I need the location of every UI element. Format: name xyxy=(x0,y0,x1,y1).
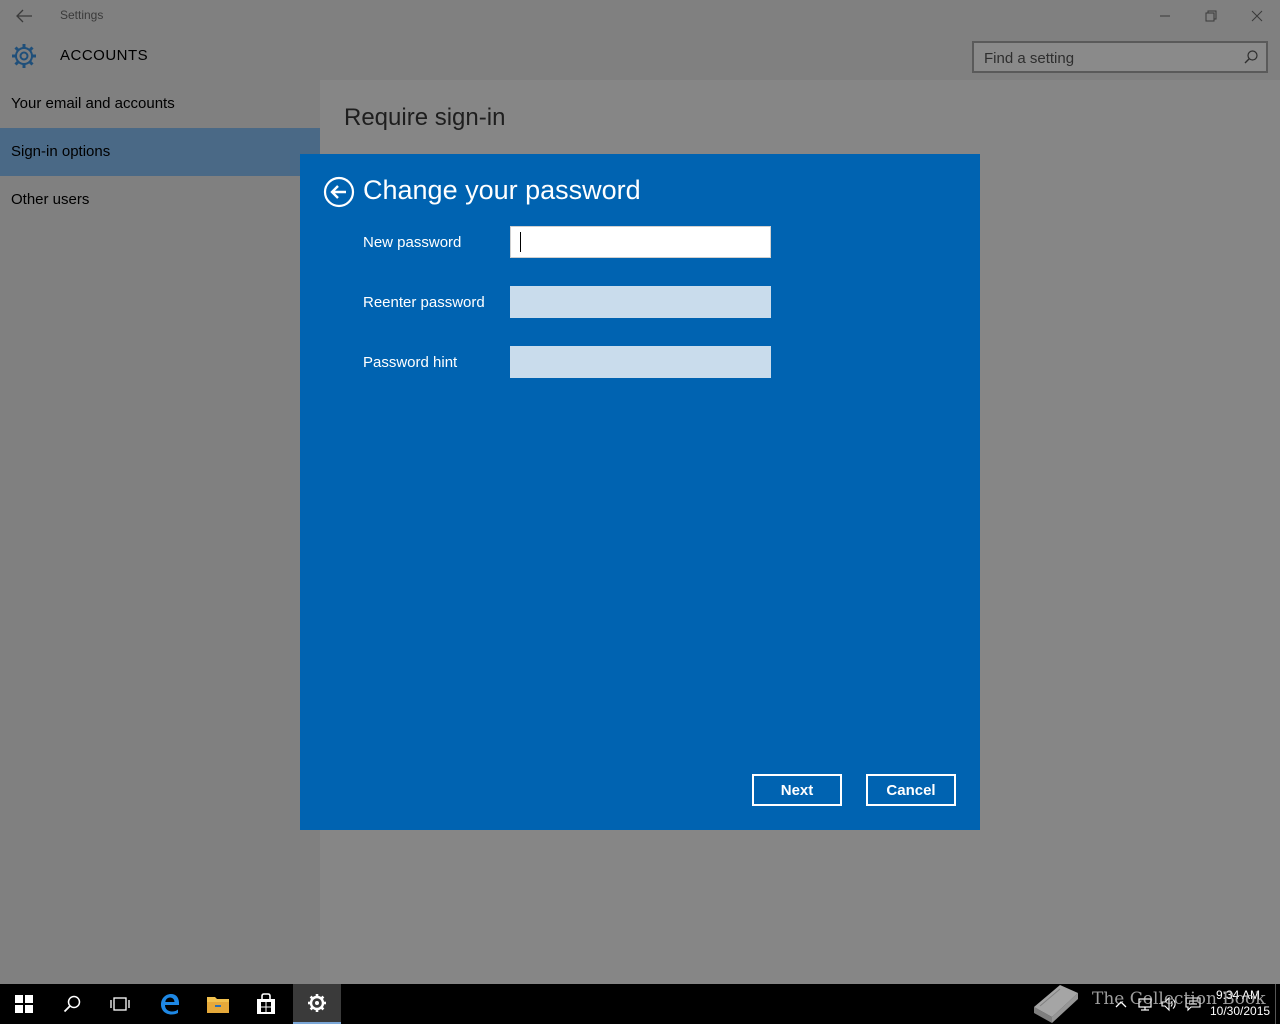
task-view-button[interactable] xyxy=(96,984,144,1024)
show-desktop-button[interactable] xyxy=(1275,984,1276,1024)
sidebar-item-other-users[interactable]: Other users xyxy=(0,176,320,224)
minimize-button[interactable] xyxy=(1142,0,1188,32)
sidebar-nav: Your email and accounts Sign-in options … xyxy=(0,80,320,984)
minimize-icon xyxy=(1160,15,1170,17)
show-hidden-icons-chevron[interactable] xyxy=(1113,996,1129,1012)
edge-browser-button[interactable] xyxy=(146,984,194,1024)
cancel-button[interactable]: Cancel xyxy=(866,774,956,806)
edge-icon xyxy=(161,994,180,1015)
close-button[interactable] xyxy=(1234,0,1280,32)
settings-taskbar-button[interactable] xyxy=(293,984,341,1024)
back-circle-icon[interactable] xyxy=(323,176,355,208)
gear-icon xyxy=(12,44,36,68)
search-icon xyxy=(63,995,81,1013)
new-password-label: New password xyxy=(363,234,462,251)
close-icon xyxy=(1251,10,1263,22)
text-caret xyxy=(520,232,521,252)
window-controls xyxy=(1142,0,1280,32)
store-icon xyxy=(257,993,275,1014)
clock-date[interactable]: 10/30/2015 xyxy=(1210,1004,1270,1018)
settings-gear-icon xyxy=(308,994,326,1012)
sidebar-item-sign-in-options[interactable]: Sign-in options xyxy=(0,128,320,176)
taskbar-search-button[interactable] xyxy=(48,984,96,1024)
search-input[interactable] xyxy=(984,48,1234,68)
content-heading: Require sign-in xyxy=(344,104,506,131)
title-bar: Settings xyxy=(0,0,1280,32)
password-hint-field[interactable] xyxy=(510,346,771,378)
search-icon[interactable] xyxy=(1244,50,1258,64)
task-view-icon xyxy=(110,997,130,1011)
change-password-dialog: Change your password New password Reente… xyxy=(300,154,980,830)
new-password-field[interactable] xyxy=(510,226,771,258)
file-explorer-icon xyxy=(207,997,229,1013)
start-button[interactable] xyxy=(0,984,48,1024)
network-icon[interactable] xyxy=(1137,996,1153,1012)
file-explorer-button[interactable] xyxy=(194,984,242,1024)
clock-time[interactable]: 9:34 AM xyxy=(1216,988,1260,1002)
volume-icon[interactable] xyxy=(1161,996,1177,1012)
back-arrow-icon[interactable] xyxy=(12,6,36,26)
settings-header: ACCOUNTS xyxy=(0,32,1280,80)
store-button[interactable] xyxy=(242,984,290,1024)
reenter-password-field[interactable] xyxy=(510,286,771,318)
windows-start-icon xyxy=(15,995,33,1013)
reenter-password-label: Reenter password xyxy=(363,294,485,311)
section-title: ACCOUNTS xyxy=(60,47,149,64)
search-box[interactable] xyxy=(972,41,1268,73)
password-hint-label: Password hint xyxy=(363,354,458,371)
restore-button[interactable] xyxy=(1188,0,1234,32)
action-center-icon[interactable] xyxy=(1185,996,1201,1012)
sidebar-item-email-accounts[interactable]: Your email and accounts xyxy=(0,80,320,128)
app-title: Settings xyxy=(60,8,104,22)
dialog-title: Change your password xyxy=(363,175,641,205)
next-button[interactable]: Next xyxy=(752,774,842,806)
restore-icon xyxy=(1205,10,1217,22)
taskbar: 9:34 AM 10/30/2015 xyxy=(0,984,1280,1024)
